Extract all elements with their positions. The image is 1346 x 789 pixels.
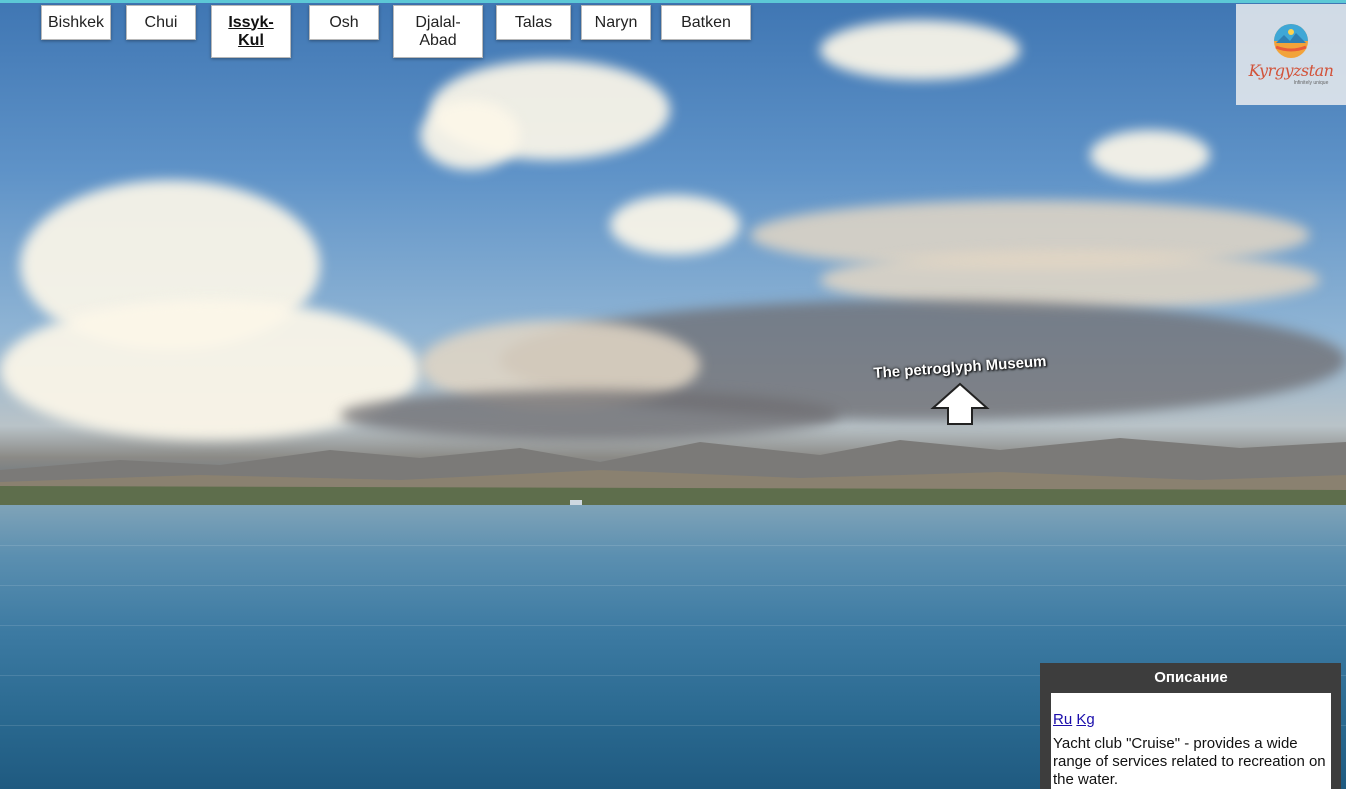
tab-label: Chui bbox=[144, 13, 178, 31]
cloud bbox=[420, 100, 520, 170]
cloud bbox=[820, 20, 1020, 80]
tab-label: Bishkek bbox=[47, 13, 105, 31]
kyrgyzstan-logo[interactable]: Kyrgyzstan Infinitely unique bbox=[1236, 4, 1346, 105]
top-accent-bar bbox=[0, 0, 1346, 3]
lang-ru-link[interactable]: Ru bbox=[1053, 711, 1072, 728]
description-panel: Описание Ru Kg Yacht club "Cruise" - pro… bbox=[1040, 663, 1341, 789]
tab-osh[interactable]: Osh bbox=[309, 5, 379, 40]
hotspot-petroglyph-museum[interactable]: The petroglyph Museum bbox=[870, 353, 1050, 426]
tab-label: Naryn bbox=[594, 13, 638, 31]
description-text: Yacht club "Cruise" - provides a wide ra… bbox=[1053, 735, 1326, 788]
tab-batken[interactable]: Batken bbox=[661, 5, 751, 40]
cloud bbox=[1090, 130, 1210, 180]
tab-label: Batken bbox=[681, 13, 731, 31]
tab-djalal-abad[interactable]: Djalal-Abad bbox=[393, 5, 483, 58]
lang-kg-link[interactable]: Kg bbox=[1076, 711, 1094, 728]
language-switcher: Ru Kg bbox=[1053, 711, 1329, 729]
logo-wordmark: Kyrgyzstan bbox=[1248, 61, 1334, 80]
up-arrow-icon bbox=[930, 382, 990, 425]
logo-emblem-icon bbox=[1274, 24, 1308, 58]
tab-label: Issyk-Kul bbox=[228, 13, 274, 49]
logo-tagline: Infinitely unique bbox=[1293, 80, 1329, 86]
tab-naryn[interactable]: Naryn bbox=[581, 5, 651, 40]
tab-label: Djalal-Abad bbox=[415, 13, 461, 49]
tab-label: Osh bbox=[329, 13, 359, 31]
description-title: Описание bbox=[1154, 669, 1228, 686]
cloud bbox=[610, 195, 740, 255]
description-body: Ru Kg Yacht club "Cruise" - provides a w… bbox=[1051, 693, 1331, 789]
tab-chui[interactable]: Chui bbox=[126, 5, 196, 40]
tab-label: Talas bbox=[514, 13, 553, 31]
tab-bishkek[interactable]: Bishkek bbox=[41, 5, 111, 40]
tab-talas[interactable]: Talas bbox=[496, 5, 571, 40]
tab-issyk-kul[interactable]: Issyk-Kul bbox=[211, 5, 291, 58]
